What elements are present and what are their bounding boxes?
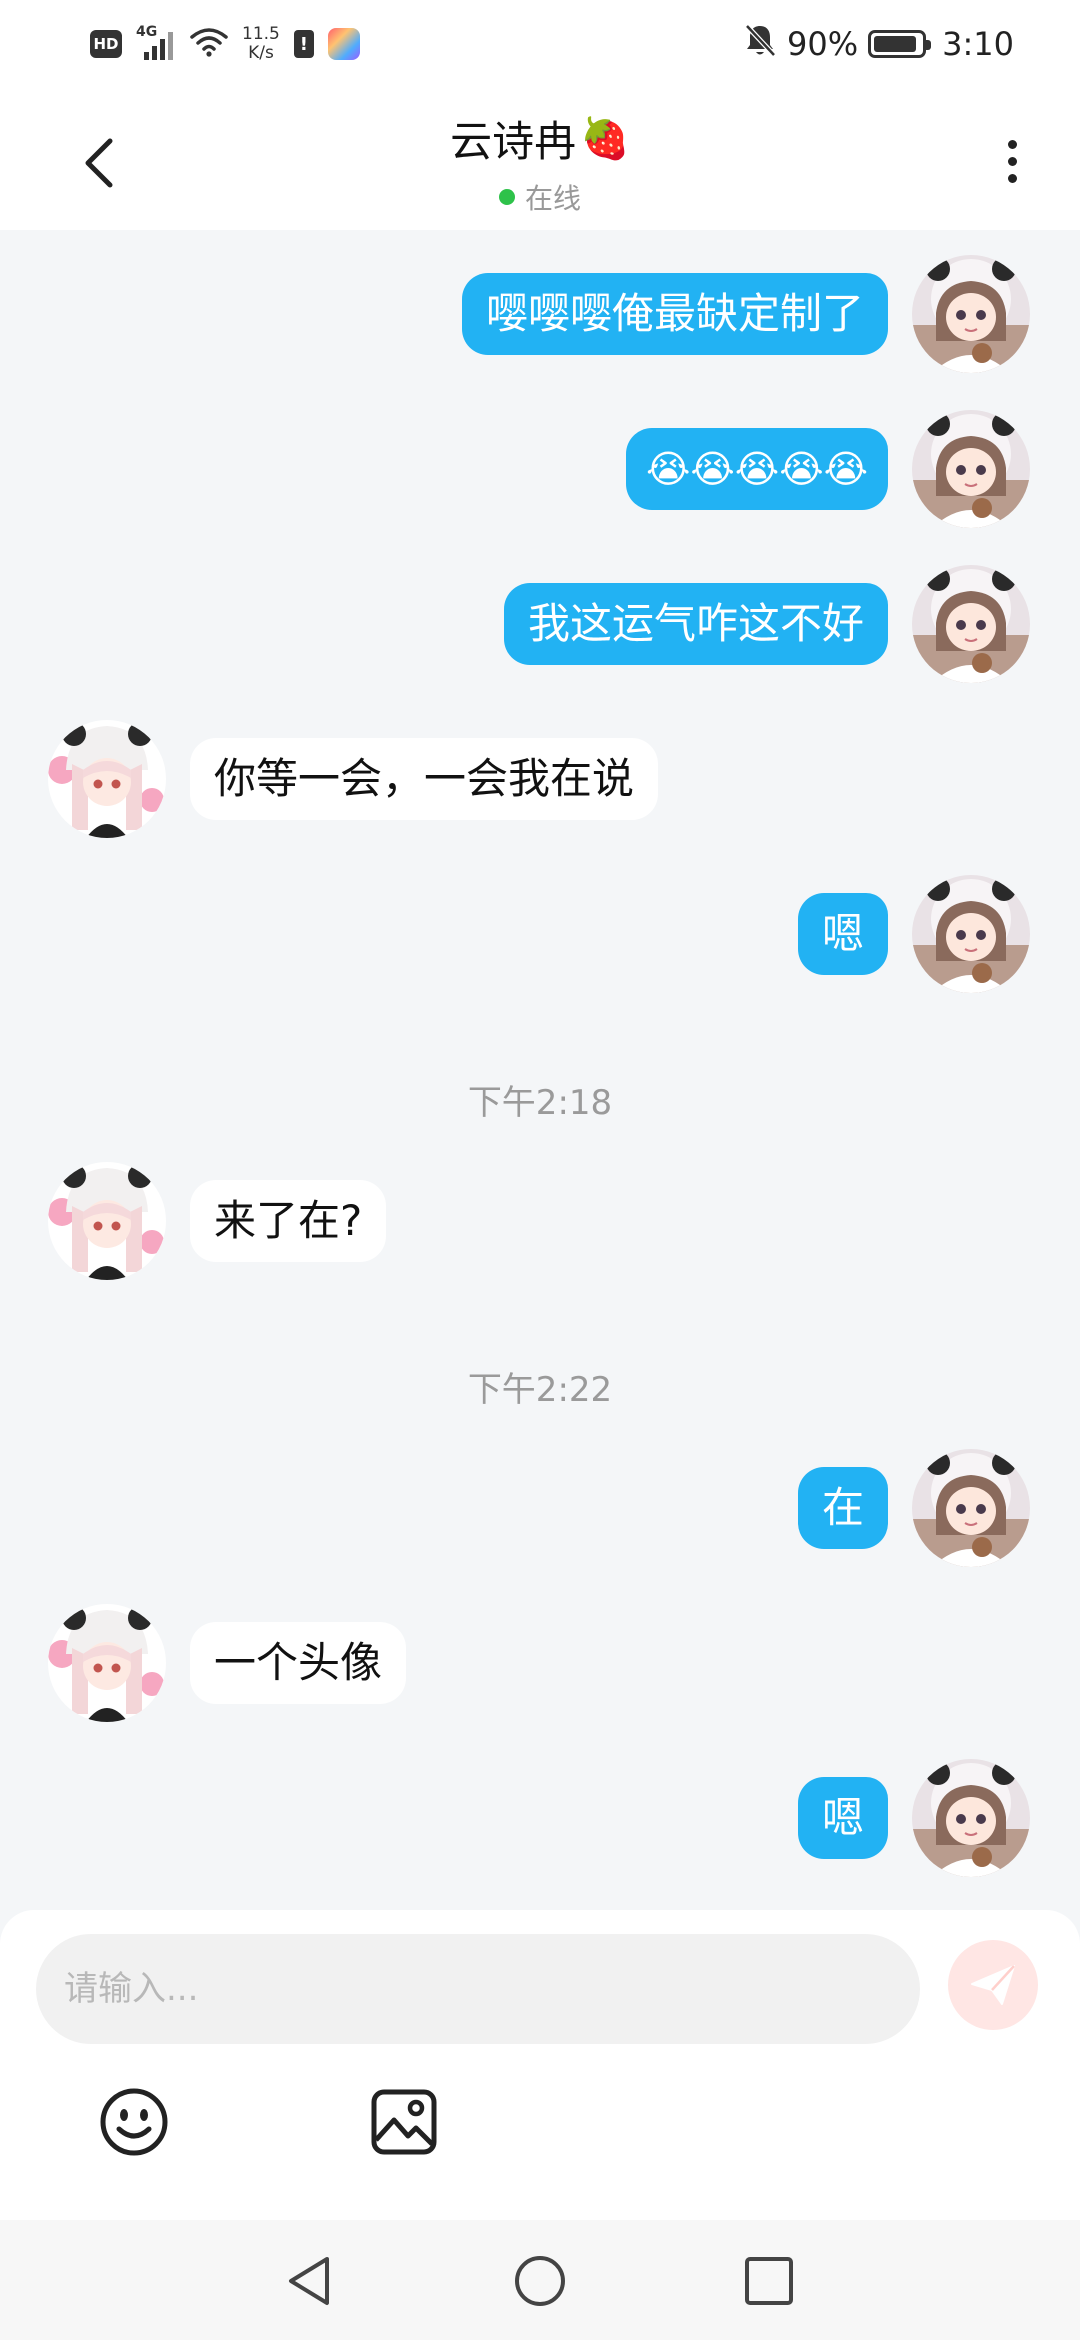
system-nav-bar (0, 2220, 1080, 2340)
battery-level (874, 36, 916, 52)
nav-recent-icon (745, 2257, 793, 2305)
send-icon (971, 1965, 1015, 2005)
timestamp-divider: 下午2:22 (467, 1370, 613, 1410)
contact-name-text: 云诗冉 (450, 117, 577, 166)
message-list[interactable]: 嘤嘤嘤俺最缺定制了 😭😭😭😭😭 我这运气咋这不好 你等一会，一会我在说 嗯 下午… (0, 230, 1080, 1910)
message-row-received: 来了在? (48, 1162, 387, 1280)
composer-panel (0, 1910, 1080, 2220)
contact-avatar[interactable] (48, 1162, 166, 1280)
chat-header: 云诗冉 🍓 在线 (0, 86, 1080, 230)
bell-muted-icon (743, 22, 777, 66)
more-dot (1007, 156, 1017, 166)
my-avatar[interactable] (912, 1759, 1030, 1877)
message-row-sent: 嘤嘤嘤俺最缺定制了 (461, 255, 1030, 373)
status-bar: HD 4G 11.5 K/s ! 90% 3:10 (0, 0, 1080, 86)
message-bubble-sent[interactable]: 嗯 (797, 893, 888, 975)
nav-home-icon (515, 2256, 565, 2306)
status-right: 90% 3:10 (743, 22, 1014, 66)
message-bubble-received[interactable]: 你等一会，一会我在说 (190, 738, 659, 820)
message-row-sent: 在 (797, 1449, 1030, 1567)
message-bubble-sent[interactable]: 在 (797, 1467, 888, 1549)
clock: 3:10 (942, 25, 1014, 63)
contact-avatar[interactable] (48, 720, 166, 838)
network-speed: 11.5 K/s (242, 25, 280, 63)
my-avatar[interactable] (912, 255, 1030, 373)
nav-home-button[interactable] (505, 2246, 575, 2316)
contact-avatar[interactable] (48, 1604, 166, 1722)
message-row-sent: 嗯 (797, 875, 1030, 993)
message-bubble-sent[interactable]: 嗯 (797, 1777, 888, 1859)
nav-recent-button[interactable] (734, 2246, 804, 2316)
wifi-icon (190, 27, 228, 61)
image-icon (371, 2089, 437, 2155)
message-bubble-sent[interactable]: 😭😭😭😭😭 (625, 428, 888, 510)
more-vertical-icon (1007, 139, 1017, 149)
my-avatar[interactable] (912, 875, 1030, 993)
contact-name[interactable]: 云诗冉 🍓 (450, 108, 630, 169)
my-avatar[interactable] (912, 410, 1030, 528)
speed-value: 11.5 (242, 24, 280, 44)
message-bubble-received[interactable]: 一个头像 (190, 1622, 407, 1704)
emoji-icon (100, 2088, 168, 2156)
more-dot (1007, 173, 1017, 183)
online-status-text: 在线 (524, 182, 581, 215)
my-avatar[interactable] (912, 565, 1030, 683)
hd-badge: HD (90, 30, 122, 58)
message-bubble-received[interactable]: 来了在? (190, 1180, 387, 1262)
online-status: 在线 (0, 177, 1080, 217)
app-notification-icon (327, 28, 360, 60)
message-bubble-sent[interactable]: 我这运气咋这不好 (503, 583, 888, 665)
message-row-received: 你等一会，一会我在说 (48, 720, 659, 838)
online-dot (498, 189, 515, 205)
title-block: 云诗冉 🍓 在线 (0, 108, 1080, 217)
timestamp-divider: 下午2:18 (467, 1083, 613, 1123)
strawberry-emoji: 🍓 (580, 116, 630, 162)
message-row-sent: 嗯 (797, 1759, 1030, 1877)
my-avatar[interactable] (912, 1449, 1030, 1567)
message-row-sent: 我这运气咋这不好 (503, 565, 1030, 683)
status-left: HD 4G 11.5 K/s ! (90, 22, 360, 66)
image-button[interactable] (368, 2086, 440, 2158)
speed-unit: K/s (248, 43, 274, 63)
battery-percent: 90% (787, 25, 859, 63)
message-row-received: 一个头像 (48, 1604, 407, 1722)
send-button[interactable] (948, 1940, 1038, 2030)
alert-icon: ! (293, 30, 314, 58)
emoji-button[interactable] (98, 2086, 170, 2158)
cellular-signal-icon: 4G (136, 24, 176, 60)
more-options-button[interactable] (992, 126, 1032, 196)
message-input[interactable] (36, 1934, 920, 2044)
battery-icon (868, 30, 932, 58)
message-row-sent: 😭😭😭😭😭 (625, 410, 1030, 528)
message-bubble-sent[interactable]: 嘤嘤嘤俺最缺定制了 (461, 273, 888, 355)
nav-back-icon (289, 2257, 329, 2305)
nav-back-button[interactable] (274, 2246, 344, 2316)
